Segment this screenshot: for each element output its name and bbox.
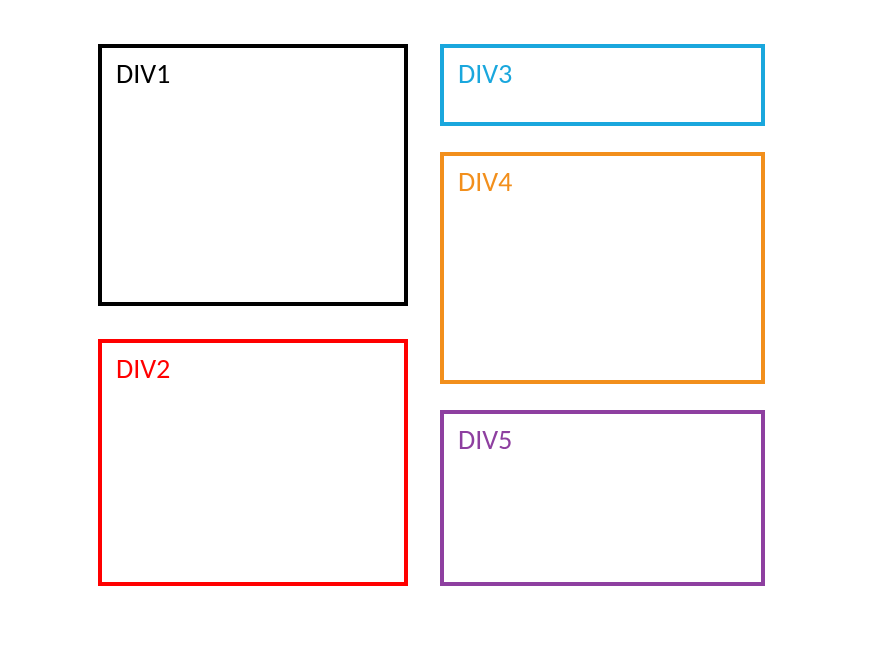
div2-box: DIV2	[98, 339, 408, 586]
div1-label: DIV1	[116, 56, 170, 91]
div1-box: DIV1	[98, 44, 408, 306]
div3-label: DIV3	[458, 56, 512, 91]
div5-box: DIV5	[440, 410, 765, 586]
div4-box: DIV4	[440, 152, 765, 384]
div2-label: DIV2	[116, 351, 170, 386]
div5-label: DIV5	[458, 422, 512, 457]
div3-box: DIV3	[440, 44, 765, 126]
div4-label: DIV4	[458, 164, 512, 199]
